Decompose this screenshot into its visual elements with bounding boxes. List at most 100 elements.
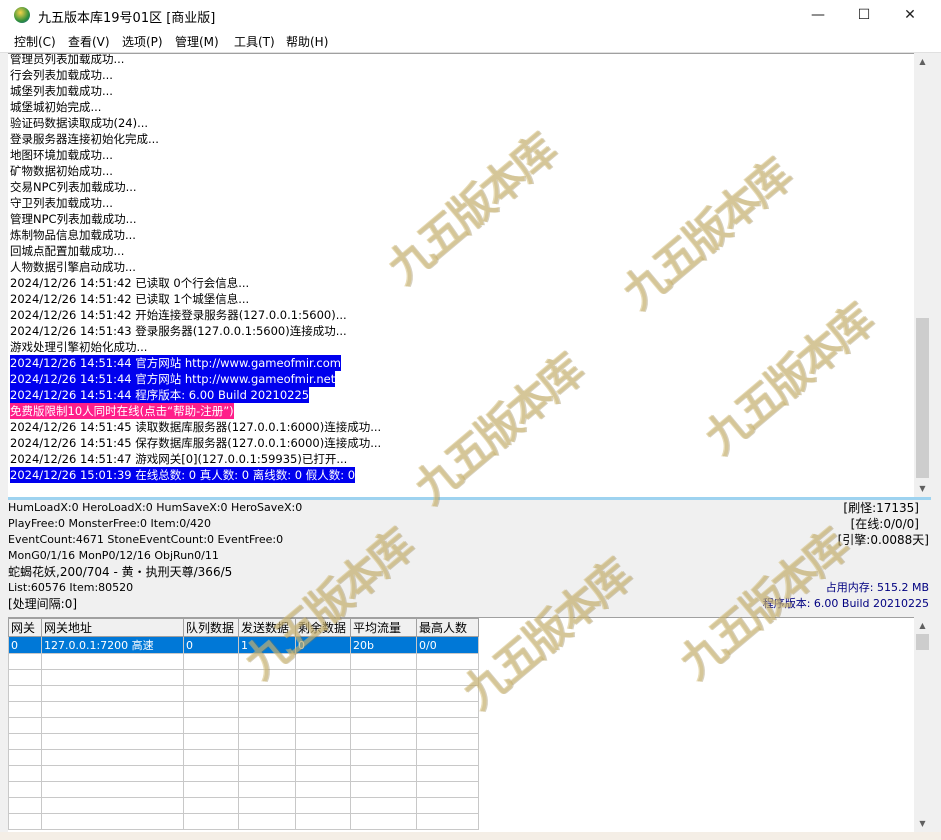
table-cell bbox=[350, 685, 417, 702]
log-line: 2024/12/26 14:51:44 官方网站 http://www.game… bbox=[10, 371, 336, 387]
log-line: 矿物数据初始成功... bbox=[10, 164, 113, 178]
menu-view[interactable]: 查看(V) bbox=[68, 33, 110, 50]
column-header[interactable]: 队列数据 bbox=[183, 618, 239, 637]
table-row[interactable] bbox=[8, 701, 479, 718]
table-cell bbox=[350, 797, 417, 814]
table-row[interactable] bbox=[8, 765, 479, 782]
table-cell bbox=[8, 813, 42, 830]
gateway-grid[interactable]: 网关 网关地址 队列数据 发送数据 剩余数据 平均流量 最高人数 0 127.0.0.1:72… bbox=[8, 617, 931, 833]
log-line: 登录服务器连接初始化完成... bbox=[10, 132, 159, 146]
table-cell bbox=[8, 781, 42, 798]
grid-scroll-up-arrow-icon[interactable]: ▲ bbox=[914, 617, 931, 634]
table-cell bbox=[238, 765, 296, 782]
table-cell bbox=[8, 765, 42, 782]
minimize-button[interactable]: — bbox=[795, 0, 841, 30]
table-cell bbox=[295, 733, 351, 750]
gateway-table: 网关 网关地址 队列数据 发送数据 剩余数据 平均流量 最高人数 0 127.0.0.1:72… bbox=[8, 618, 479, 830]
table-row[interactable] bbox=[8, 685, 479, 702]
table-cell bbox=[416, 749, 479, 766]
table-cell bbox=[183, 797, 239, 814]
stat-refresh: [刷怪:17135] bbox=[843, 501, 919, 515]
table-cell bbox=[41, 765, 184, 782]
table-row[interactable] bbox=[8, 717, 479, 734]
stat-online: [在线:0/0/0] bbox=[850, 517, 919, 531]
table-cell bbox=[295, 685, 351, 702]
column-header[interactable]: 网关 bbox=[8, 618, 42, 637]
table-cell: 20b bbox=[350, 636, 417, 654]
log-scrollbar[interactable]: ▲ ▼ bbox=[914, 53, 931, 497]
table-cell bbox=[238, 749, 296, 766]
log-line: 2024/12/26 14:51:42 已读取 0个行会信息... bbox=[10, 276, 250, 290]
table-cell bbox=[350, 765, 417, 782]
table-row[interactable] bbox=[8, 653, 479, 670]
table-cell bbox=[416, 653, 479, 670]
stat-memory: 占用内存: 515.2 MB bbox=[825, 581, 929, 594]
menu-help[interactable]: 帮助(H) bbox=[286, 33, 328, 50]
log-line: 验证码数据读取成功(24)... bbox=[10, 116, 149, 130]
log-line: 地图环境加载成功... bbox=[10, 148, 113, 162]
table-cell bbox=[41, 685, 184, 702]
table-cell bbox=[183, 701, 239, 718]
log-line: 2024/12/26 14:51:42 已读取 1个城堡信息... bbox=[10, 292, 250, 306]
log-line: 管理员列表加载成功... bbox=[10, 53, 125, 66]
column-header[interactable]: 剩余数据 bbox=[295, 618, 351, 637]
log-line: 2024/12/26 14:51:44 程序版本: 6.00 Build 202… bbox=[10, 387, 310, 403]
table-cell bbox=[238, 797, 296, 814]
table-cell bbox=[350, 653, 417, 670]
column-header[interactable]: 发送数据 bbox=[238, 618, 296, 637]
table-row[interactable] bbox=[8, 669, 479, 686]
table-cell bbox=[8, 669, 42, 686]
table-cell bbox=[238, 669, 296, 686]
table-row[interactable] bbox=[8, 749, 479, 766]
table-row[interactable] bbox=[8, 733, 479, 750]
table-cell: 0 bbox=[8, 636, 42, 654]
log-line: 行会列表加载成功... bbox=[10, 68, 113, 82]
table-cell bbox=[295, 797, 351, 814]
log-line: 游戏处理引擎初始化成功... bbox=[10, 340, 148, 354]
table-cell bbox=[416, 717, 479, 734]
table-row[interactable] bbox=[8, 781, 479, 798]
stat-list: List:60576 Item:80520 bbox=[8, 581, 134, 594]
server-log[interactable]: 管理员列表加载成功... 行会列表加载成功... 城堡列表加载成功... 城堡城初始完… bbox=[8, 53, 914, 498]
menu-tools[interactable]: 工具(T) bbox=[234, 33, 275, 50]
table-cell bbox=[350, 781, 417, 798]
table-row[interactable] bbox=[8, 813, 479, 830]
table-cell bbox=[350, 749, 417, 766]
table-row[interactable] bbox=[8, 797, 479, 814]
column-header[interactable]: 网关地址 bbox=[41, 618, 184, 637]
table-cell bbox=[8, 749, 42, 766]
menu-control[interactable]: 控制(C) bbox=[14, 33, 56, 50]
log-scrollbar-thumb[interactable] bbox=[916, 318, 929, 478]
table-cell bbox=[295, 717, 351, 734]
stat-interval: [处理间隔:0] bbox=[8, 597, 78, 611]
log-line: 城堡列表加载成功... bbox=[10, 84, 113, 98]
maximize-button[interactable]: ☐ bbox=[841, 0, 887, 30]
table-cell bbox=[41, 669, 184, 686]
table-cell: 1 bbox=[238, 636, 296, 654]
table-row[interactable]: 0 127.0.0.1:7200 高速 0 1 0 20b 0/0 bbox=[8, 636, 479, 654]
table-cell bbox=[183, 749, 239, 766]
menu-manage[interactable]: 管理(M) bbox=[175, 33, 219, 50]
table-cell bbox=[295, 813, 351, 830]
stat-version: 程序版本: 6.00 Build 20210225 bbox=[762, 597, 929, 610]
log-line: 炼制物品信息加载成功... bbox=[10, 228, 136, 242]
grid-scrollbar-thumb[interactable] bbox=[916, 634, 929, 650]
table-cell bbox=[416, 685, 479, 702]
column-header[interactable]: 平均流量 bbox=[350, 618, 417, 637]
scroll-up-arrow-icon[interactable]: ▲ bbox=[914, 53, 931, 70]
menu-options[interactable]: 选项(P) bbox=[122, 33, 163, 50]
table-cell bbox=[183, 717, 239, 734]
table-cell bbox=[295, 653, 351, 670]
scroll-down-arrow-icon[interactable]: ▼ bbox=[914, 480, 931, 497]
stat-map-info: 蛇蝎花妖,200/704 - 黄・执刑天尊/366/5 bbox=[8, 565, 233, 579]
table-cell bbox=[295, 669, 351, 686]
log-line: 人物数据引擎启动成功... bbox=[10, 260, 136, 274]
grid-scroll-down-arrow-icon[interactable]: ▼ bbox=[914, 815, 931, 832]
table-cell bbox=[8, 717, 42, 734]
table-cell bbox=[8, 685, 42, 702]
app-icon bbox=[14, 7, 30, 23]
close-button[interactable]: ✕ bbox=[887, 0, 933, 30]
column-header[interactable]: 最高人数 bbox=[416, 618, 479, 637]
table-cell bbox=[41, 749, 184, 766]
grid-scrollbar[interactable]: ▲ ▼ bbox=[914, 617, 931, 832]
